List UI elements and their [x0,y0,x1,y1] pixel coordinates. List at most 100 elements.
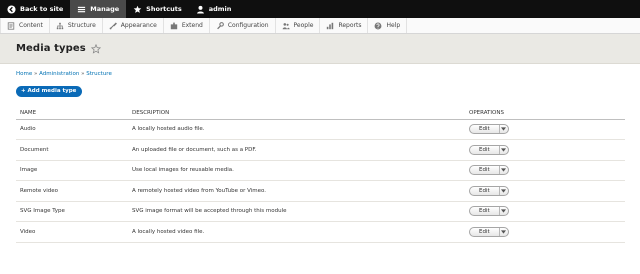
back-to-site-link[interactable]: Back to site [0,0,70,18]
chevron-down-icon [501,168,507,172]
media-type-name: Remote video [20,187,58,194]
star-icon [133,5,142,13]
media-type-name: Image [20,167,38,174]
table-row: Audio A locally hosted audio file. Edit [16,119,625,140]
user-tab[interactable]: admin [189,0,239,18]
operations-dropbutton: Edit [469,165,509,176]
manage-tab[interactable]: Manage [70,0,127,18]
chevron-down-icon [501,209,507,213]
edit-button[interactable]: Edit [470,207,499,215]
media-type-description: A locally hosted video file. [132,228,205,235]
breadcrumb: Home » Administration » Structure [16,71,624,77]
media-type-description: A remotely hosted video from YouTube or … [132,187,267,194]
operations-dropbutton: Edit [469,206,509,217]
table-row: Image Use local images for reusable media… [16,160,625,181]
shortcuts-label: Shortcuts [146,5,182,13]
menu-item-label: Reports [338,22,362,29]
operations-toggle[interactable] [498,145,508,154]
column-header-operations: OPERATIONS [465,107,625,120]
operations-toggle[interactable] [498,186,508,195]
breadcrumb-administration[interactable]: Administration [39,71,79,77]
media-type-description: Use local images for reusable media. [132,167,234,174]
media-types-table: NAME DESCRIPTION OPERATIONS Audio A local… [16,107,625,243]
breadcrumb-structure[interactable]: Structure [86,71,112,77]
operations-cell: Edit [465,222,625,243]
extend-icon [170,21,178,29]
media-type-name: Document [20,146,49,153]
menu-item-reports[interactable]: Reports [320,18,369,33]
media-type-name: Video [20,228,36,235]
column-header-name[interactable]: NAME [16,107,128,120]
user-label: admin [208,5,232,13]
breadcrumb-separator: » [81,71,85,77]
menu-item-label: People [293,22,314,29]
menu-item-configuration[interactable]: Configuration [210,18,276,33]
chevron-down-icon [501,127,507,131]
admin-toolbar: Back to site Manage Shortcuts admin [0,0,640,18]
operations-dropbutton: Edit [469,124,509,135]
back-arrow-icon [7,4,16,14]
page-header: Media types [0,34,640,64]
chevron-down-icon [501,148,507,152]
operations-dropbutton: Edit [469,144,509,155]
chevron-down-icon [501,189,507,193]
menu-item-structure[interactable]: Structure [50,18,103,33]
column-header-description: DESCRIPTION [128,107,465,120]
back-to-site-label: Back to site [20,5,64,13]
structure-icon [56,22,64,29]
table-row: Remote video A remotely hosted video from… [16,181,625,202]
operations-dropbutton: Edit [469,185,509,196]
edit-button[interactable]: Edit [470,166,499,174]
shortcuts-tab[interactable]: Shortcuts [126,0,189,18]
operations-dropbutton: Edit [469,226,509,237]
add-media-type-button[interactable]: + Add media type [16,86,83,97]
menu-item-extend[interactable]: Extend [164,18,210,33]
admin-menu-tray: Content Structure Appearance Extend Conf… [0,18,640,34]
manage-label: Manage [90,5,120,13]
menu-item-label: Help [386,22,401,29]
menu-item-label: Appearance [120,22,157,29]
table-row: Document An uploaded file or document, su… [16,140,625,161]
edit-button[interactable]: Edit [470,125,499,133]
operations-cell: Edit [465,119,625,140]
breadcrumb-separator: » [34,71,38,77]
menu-item-help[interactable]: Help [368,18,408,33]
media-type-description: An uploaded file or document, such as a … [132,146,257,153]
configuration-icon [216,21,224,29]
menu-item-label: Extend [181,22,203,29]
menu-item-content[interactable]: Content [0,18,50,33]
main-content: Home » Administration » Structure + Add … [0,71,640,243]
people-icon [282,22,290,29]
media-type-name: Audio [20,126,36,133]
operations-cell: Edit [465,160,625,181]
edit-button[interactable]: Edit [470,146,499,154]
menu-item-people[interactable]: People [276,18,321,33]
breadcrumb-home[interactable]: Home [16,71,32,77]
operations-cell: Edit [465,181,625,202]
user-icon [196,5,204,14]
media-type-name: SVG Image Type [20,208,65,215]
edit-button[interactable]: Edit [470,228,499,236]
menu-item-label: Structure [67,22,96,29]
hamburger-icon [78,6,86,12]
edit-button[interactable]: Edit [470,187,499,195]
menu-item-appearance[interactable]: Appearance [103,18,164,33]
operations-toggle[interactable] [498,166,508,175]
operations-cell: Edit [465,140,625,161]
shortcut-star-icon[interactable] [90,43,101,54]
operations-toggle[interactable] [498,207,508,216]
content-icon [7,21,15,30]
operations-toggle[interactable] [498,227,508,236]
operations-toggle[interactable] [498,125,508,134]
appearance-icon [109,21,117,29]
table-row: Video A locally hosted video file. Edit [16,222,625,243]
help-icon [375,22,382,29]
page-title: Media types [16,43,86,54]
media-type-description: A locally hosted audio file. [132,126,205,133]
reports-icon [327,22,334,29]
operations-cell: Edit [465,201,625,222]
table-row: SVG Image Type SVG image format will be a… [16,201,625,222]
chevron-down-icon [501,230,507,234]
menu-item-label: Configuration [227,22,269,29]
media-type-description: SVG image format will be accepted throug… [132,208,287,215]
